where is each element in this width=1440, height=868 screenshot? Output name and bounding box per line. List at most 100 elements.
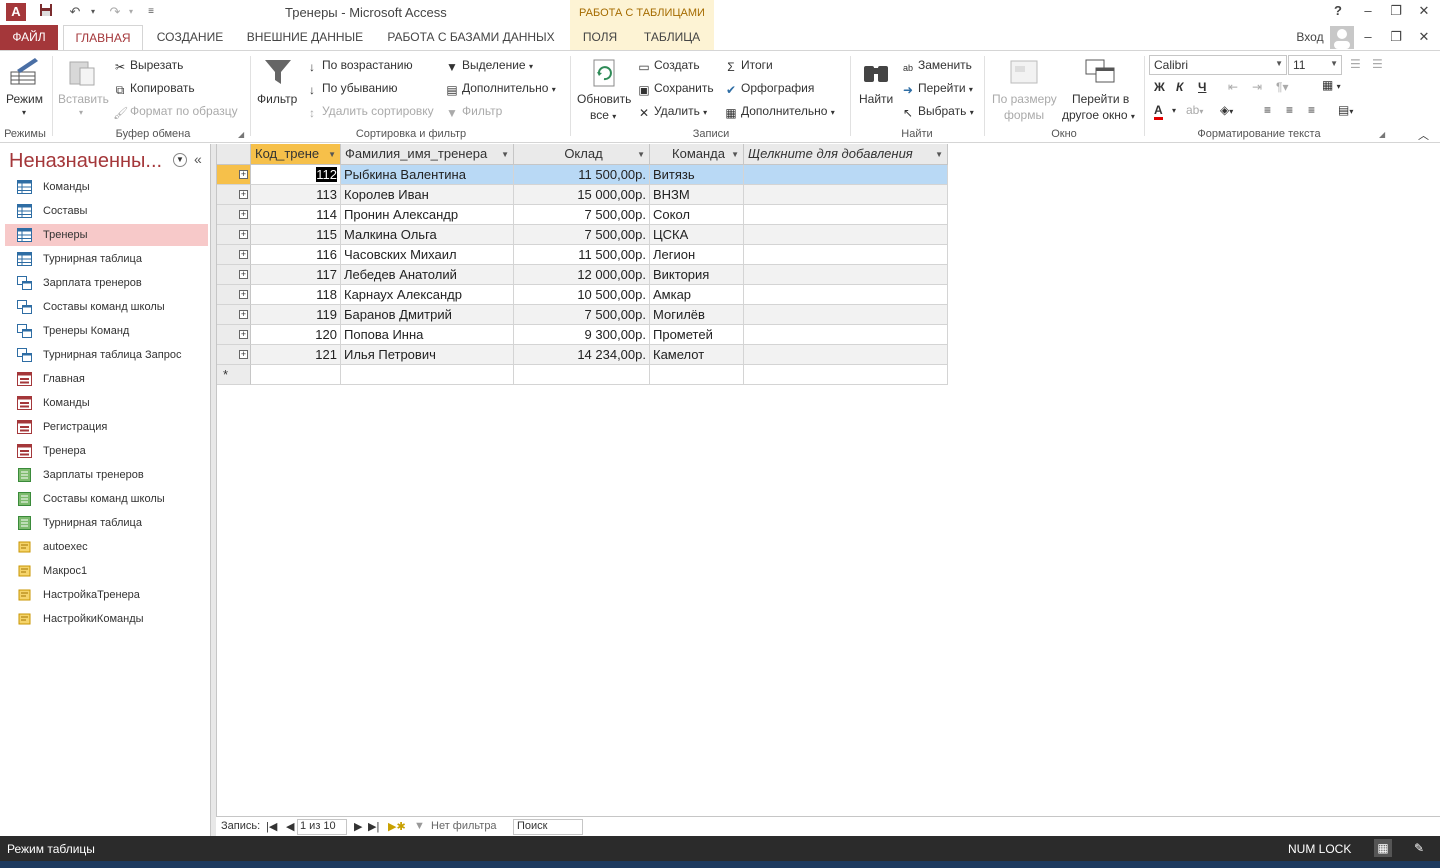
row-selector[interactable]: + bbox=[217, 325, 251, 345]
first-record-icon[interactable]: |◀ bbox=[266, 820, 277, 833]
expand-subdatasheet-icon[interactable]: + bbox=[239, 350, 248, 359]
align-right-icon[interactable]: ≡ bbox=[1308, 103, 1315, 117]
redo-dropdown-icon[interactable]: ▾ bbox=[122, 3, 140, 21]
help-button[interactable]: ? bbox=[1328, 3, 1348, 21]
gridlines-icon[interactable]: ▦ ▾ bbox=[1322, 78, 1341, 92]
datasheet-view-icon[interactable]: ▦ bbox=[1374, 839, 1392, 857]
clipboard-launcher-icon[interactable]: ◢ bbox=[238, 130, 244, 139]
save-record-button[interactable]: ▣ Сохранить bbox=[637, 81, 713, 97]
filter-status[interactable]: Нет фильтра bbox=[431, 820, 497, 832]
table-cell[interactable]: Легион bbox=[650, 245, 744, 265]
table-cell[interactable] bbox=[744, 165, 948, 185]
table-cell[interactable]: Карнаух Александр bbox=[341, 285, 514, 305]
last-record-icon[interactable]: ▶| bbox=[368, 820, 379, 833]
underline-button[interactable]: Ч bbox=[1198, 80, 1206, 94]
nav-item-table[interactable]: Турнирная таблица bbox=[5, 248, 208, 270]
table-cell[interactable]: Илья Петрович bbox=[341, 345, 514, 365]
decrease-indent-icon[interactable]: ⇤ bbox=[1228, 80, 1238, 94]
tab-file[interactable]: ФАЙЛ bbox=[0, 25, 58, 50]
table-cell[interactable]: Баранов Дмитрий bbox=[341, 305, 514, 325]
new-row-cell[interactable] bbox=[514, 365, 650, 385]
column-header-team[interactable]: Команда ▼ bbox=[650, 144, 744, 165]
cut-button[interactable]: ✂ Вырезать bbox=[113, 58, 183, 74]
prev-record-icon[interactable]: ◀ bbox=[286, 820, 294, 833]
refresh-all-button[interactable]: Обновить bbox=[577, 92, 631, 106]
nav-item-query[interactable]: Тренеры Команд bbox=[5, 320, 208, 342]
table-cell[interactable]: 15 000,00р. bbox=[514, 185, 650, 205]
new-row-cell[interactable] bbox=[341, 365, 514, 385]
table-cell[interactable] bbox=[744, 285, 948, 305]
nav-item-table[interactable]: Составы bbox=[5, 200, 208, 222]
bold-button[interactable]: Ж bbox=[1154, 80, 1165, 94]
record-position-input[interactable]: 1 из 10 bbox=[297, 819, 347, 835]
table-cell[interactable] bbox=[744, 325, 948, 345]
nav-item-query[interactable]: Турнирная таблица Запрос bbox=[5, 344, 208, 366]
paragraph-direction-icon[interactable]: ¶▾ bbox=[1276, 80, 1288, 94]
paste-button[interactable]: Вставить bbox=[58, 92, 109, 106]
table-cell[interactable]: 14 234,00р. bbox=[514, 345, 650, 365]
table-cell[interactable]: 7 500,00р. bbox=[514, 205, 650, 225]
nav-item-report[interactable]: Зарплаты тренеров bbox=[5, 464, 208, 486]
view-mode-icon[interactable] bbox=[9, 56, 41, 88]
fill-color-icon[interactable]: ◈▾ bbox=[1220, 103, 1233, 117]
table-cell[interactable]: 116 bbox=[251, 245, 341, 265]
table-cell[interactable] bbox=[744, 305, 948, 325]
table-cell[interactable]: Амкар bbox=[650, 285, 744, 305]
column-dropdown-icon[interactable]: ▼ bbox=[935, 145, 943, 165]
sort-asc-button[interactable]: ↓ По возрастанию bbox=[305, 58, 413, 74]
select-all-corner[interactable] bbox=[217, 144, 251, 165]
nav-item-query[interactable]: Зарплата тренеров bbox=[5, 272, 208, 294]
table-cell[interactable]: Виктория bbox=[650, 265, 744, 285]
table-cell[interactable]: Камелот bbox=[650, 345, 744, 365]
binoculars-icon[interactable] bbox=[860, 56, 892, 88]
nav-item-query[interactable]: Составы команд школы bbox=[5, 296, 208, 318]
format-painter-button[interactable]: 🖌 Формат по образцу bbox=[113, 104, 238, 120]
switch-windows-icon[interactable] bbox=[1084, 56, 1116, 88]
nav-item-report[interactable]: Турнирная таблица bbox=[5, 512, 208, 534]
select-button[interactable]: ↖ Выбрать ▾ bbox=[901, 104, 974, 120]
table-cell[interactable] bbox=[744, 205, 948, 225]
size-to-fit-icon[interactable] bbox=[1008, 56, 1040, 88]
tab-external-data[interactable]: ВНЕШНИЕ ДАННЫЕ bbox=[240, 25, 370, 50]
nav-item-form[interactable]: Регистрация bbox=[5, 416, 208, 438]
column-dropdown-icon[interactable]: ▼ bbox=[501, 145, 509, 165]
nav-item-report[interactable]: Составы команд школы bbox=[5, 488, 208, 510]
table-cell[interactable]: 118 bbox=[251, 285, 341, 305]
row-selector[interactable]: + bbox=[217, 305, 251, 325]
column-dropdown-icon[interactable]: ▼ bbox=[328, 145, 336, 165]
font-size-combo[interactable]: 11 ▼ bbox=[1288, 55, 1342, 75]
switch-windows-button[interactable]: Перейти в bbox=[1072, 92, 1129, 106]
table-cell[interactable]: Могилёв bbox=[650, 305, 744, 325]
customize-qat-icon[interactable]: ≡ bbox=[142, 3, 160, 21]
column-header-salary[interactable]: Оклад ▼ bbox=[514, 144, 650, 165]
table-cell[interactable] bbox=[744, 185, 948, 205]
paste-dropdown-icon[interactable]: ▾ bbox=[79, 108, 83, 117]
nav-dropdown-icon[interactable]: ▼ bbox=[173, 153, 187, 167]
nav-item-macro[interactable]: autoexec bbox=[5, 536, 208, 558]
alternate-row-color-icon[interactable]: ▤▾ bbox=[1338, 103, 1353, 117]
table-cell[interactable]: 10 500,00р. bbox=[514, 285, 650, 305]
sort-desc-button[interactable]: ↓ По убыванию bbox=[305, 81, 398, 97]
doc-restore-button[interactable]: ❐ bbox=[1386, 29, 1406, 47]
table-cell[interactable]: 114 bbox=[251, 205, 341, 225]
filter-button[interactable]: Фильтр bbox=[257, 92, 297, 106]
more-records-button[interactable]: ▦ Дополнительно ▾ bbox=[724, 104, 834, 120]
table-cell[interactable]: 9 300,00р. bbox=[514, 325, 650, 345]
table-cell[interactable]: Часовских Михаил bbox=[341, 245, 514, 265]
table-cell[interactable]: Королев Иван bbox=[341, 185, 514, 205]
restore-button[interactable]: ❐ bbox=[1386, 3, 1406, 21]
next-record-icon[interactable]: ▶ bbox=[354, 820, 362, 833]
expand-subdatasheet-icon[interactable]: + bbox=[239, 310, 248, 319]
goto-button[interactable]: ➜ Перейти ▾ bbox=[901, 81, 973, 97]
new-row-cell[interactable] bbox=[744, 365, 948, 385]
table-cell[interactable]: 7 500,00р. bbox=[514, 305, 650, 325]
nav-item-form[interactable]: Команды bbox=[5, 392, 208, 414]
column-header-add-field[interactable]: Щелкните для добавления ▼ bbox=[744, 144, 948, 165]
table-cell[interactable]: 117 bbox=[251, 265, 341, 285]
advanced-filter-button[interactable]: ▤ Дополнительно ▾ bbox=[445, 81, 555, 97]
nav-item-form[interactable]: Главная bbox=[5, 368, 208, 390]
align-left-icon[interactable]: ≡ bbox=[1264, 103, 1271, 117]
login-link[interactable]: Вход bbox=[1290, 25, 1330, 50]
paste-icon[interactable] bbox=[66, 56, 98, 88]
find-button[interactable]: Найти bbox=[859, 92, 893, 106]
